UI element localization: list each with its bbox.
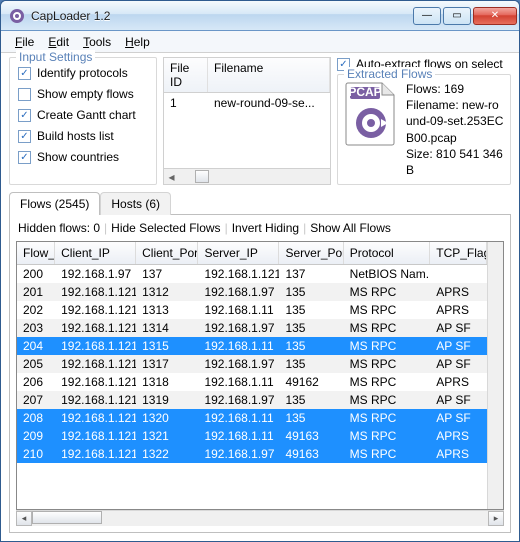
setting-build-hosts-list[interactable]: ✓ Build hosts list bbox=[18, 129, 148, 143]
checkbox-icon[interactable]: ✓ bbox=[18, 130, 31, 143]
grid-header: Flow_ Client_IP Client_Port Server_IP Se… bbox=[17, 242, 487, 265]
input-settings-legend: Input Settings bbox=[16, 50, 95, 64]
table-row[interactable]: 207192.168.1.1211319192.168.1.97135MS RP… bbox=[17, 391, 487, 409]
table-row[interactable]: 208192.168.1.1211320192.168.1.11135MS RP… bbox=[17, 409, 487, 427]
file-col-name[interactable]: Filename bbox=[208, 58, 330, 92]
flows-panel: Hidden flows: 0 | Hide Selected Flows | … bbox=[9, 214, 511, 533]
table-row[interactable]: 200192.168.1.97137192.168.1.121137NetBIO… bbox=[17, 265, 487, 283]
hscroll-right-icon[interactable]: ▸ bbox=[488, 511, 504, 526]
menu-edit[interactable]: Edit bbox=[42, 33, 75, 51]
file-row-name: new-round-09-se... bbox=[214, 96, 315, 110]
checkbox-label: Show empty flows bbox=[37, 87, 134, 101]
checkbox-icon[interactable]: ✓ bbox=[18, 67, 31, 80]
checkbox-icon[interactable] bbox=[18, 88, 31, 101]
col-server-ip[interactable]: Server_IP bbox=[198, 242, 279, 264]
file-hscroll[interactable]: ◂ bbox=[164, 168, 330, 184]
hidden-flows-label: Hidden flows: 0 bbox=[18, 221, 100, 235]
checkbox-label: Show countries bbox=[37, 150, 119, 164]
flows-size: Size: 810 541 346 B bbox=[406, 146, 504, 178]
app-icon bbox=[9, 8, 25, 24]
file-table: File ID Filename 1 new-round-09-se... ◂ bbox=[163, 57, 331, 185]
tab-hosts[interactable]: Hosts (6) bbox=[100, 192, 171, 215]
setting-show-countries[interactable]: ✓ Show countries bbox=[18, 150, 148, 164]
table-row[interactable]: 206192.168.1.1211318192.168.1.1149162MS … bbox=[17, 373, 487, 391]
file-col-id[interactable]: File ID bbox=[164, 58, 208, 92]
flows-toolbar: Hidden flows: 0 | Hide Selected Flows | … bbox=[10, 221, 510, 241]
col-protocol[interactable]: Protocol bbox=[344, 242, 431, 264]
hide-selected-button[interactable]: Hide Selected Flows bbox=[111, 221, 220, 235]
setting-show-empty-flows[interactable]: Show empty flows bbox=[18, 87, 148, 101]
table-row[interactable]: 204192.168.1.1211315192.168.1.11135MS RP… bbox=[17, 337, 487, 355]
file-row[interactable]: 1 new-round-09-se... bbox=[164, 93, 330, 113]
menu-help[interactable]: Help bbox=[119, 33, 156, 51]
table-row[interactable]: 209192.168.1.1211321192.168.1.1149163MS … bbox=[17, 427, 487, 445]
checkbox-icon[interactable]: ✓ bbox=[18, 151, 31, 164]
tabstrip: Flows (2545) Hosts (6) bbox=[1, 191, 519, 214]
table-row[interactable]: 202192.168.1.1211313192.168.1.11135MS RP… bbox=[17, 301, 487, 319]
setting-identify-protocols[interactable]: ✓ Identify protocols bbox=[18, 66, 148, 80]
extracted-legend: Extracted Flows bbox=[344, 67, 435, 81]
grid-hscroll[interactable]: ◂ ▸ bbox=[16, 510, 504, 526]
hscroll-left-icon[interactable]: ◂ bbox=[16, 511, 32, 526]
flows-filename: Filename: new-round-09-set.253ECB00.pcap bbox=[406, 97, 504, 146]
checkbox-label: Create Gantt chart bbox=[37, 108, 136, 122]
table-row[interactable]: 205192.168.1.1211317192.168.1.97135MS RP… bbox=[17, 355, 487, 373]
close-button[interactable]: ✕ bbox=[473, 7, 517, 25]
hscroll-thumb[interactable] bbox=[32, 511, 102, 524]
tab-flows[interactable]: Flows (2545) bbox=[9, 192, 100, 215]
input-settings-group: Input Settings ✓Identify protocolsShow e… bbox=[9, 57, 157, 185]
window-title: CapLoader 1.2 bbox=[31, 9, 413, 23]
table-row[interactable]: 210192.168.1.1211322192.168.1.9749163MS … bbox=[17, 445, 487, 463]
invert-hiding-button[interactable]: Invert Hiding bbox=[232, 221, 299, 235]
checkbox-label: Identify protocols bbox=[37, 66, 128, 80]
flows-grid: Flow_ Client_IP Client_Port Server_IP Se… bbox=[16, 241, 504, 510]
table-row[interactable]: 201192.168.1.1211312192.168.1.97135MS RP… bbox=[17, 283, 487, 301]
col-flow[interactable]: Flow_ bbox=[17, 242, 55, 264]
app-window: CapLoader 1.2 — ▭ ✕ File Edit Tools Help… bbox=[0, 0, 520, 542]
grid-vscroll[interactable] bbox=[487, 242, 503, 509]
setting-create-gantt-chart[interactable]: ✓ Create Gantt chart bbox=[18, 108, 148, 122]
checkbox-icon[interactable]: ✓ bbox=[18, 109, 31, 122]
menu-file[interactable]: File bbox=[9, 33, 40, 51]
col-tcp-flags[interactable]: TCP_Flags bbox=[430, 242, 487, 264]
flows-count: Flows: 169 bbox=[406, 81, 504, 97]
minimize-button[interactable]: — bbox=[413, 7, 441, 25]
col-client-port[interactable]: Client_Port bbox=[136, 242, 198, 264]
show-all-button[interactable]: Show All Flows bbox=[310, 221, 391, 235]
menu-tools[interactable]: Tools bbox=[77, 33, 117, 51]
titlebar[interactable]: CapLoader 1.2 — ▭ ✕ bbox=[1, 1, 519, 31]
table-row[interactable]: 203192.168.1.1211314192.168.1.97135MS RP… bbox=[17, 319, 487, 337]
file-row-id: 1 bbox=[170, 96, 214, 110]
checkbox-label: Build hosts list bbox=[37, 129, 114, 143]
pcap-file-icon[interactable]: PCAP bbox=[344, 81, 398, 178]
extracted-flows-group: Extracted Flows PCAP Flows: 169 Filename… bbox=[337, 74, 511, 185]
svg-text:PCAP: PCAP bbox=[348, 85, 381, 99]
extracted-info: Flows: 169 Filename: new-round-09-set.25… bbox=[406, 81, 504, 178]
maximize-button[interactable]: ▭ bbox=[443, 7, 471, 25]
col-server-port[interactable]: Server_Port bbox=[279, 242, 343, 264]
col-client-ip[interactable]: Client_IP bbox=[55, 242, 136, 264]
